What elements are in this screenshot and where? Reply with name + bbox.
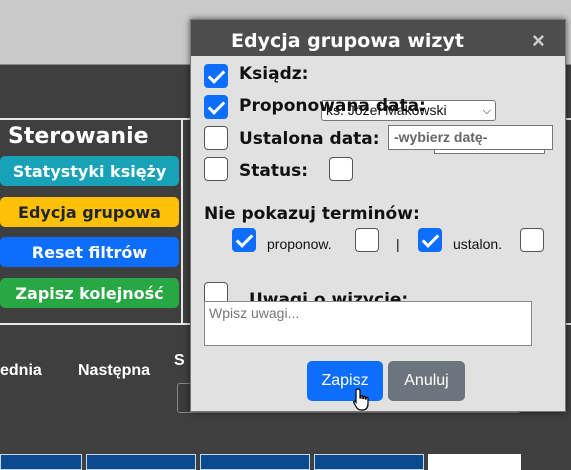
fixed-filter-checkbox[interactable] — [418, 228, 442, 252]
chevron-down-icon: ⌵ — [482, 105, 491, 117]
modal-header: Edycja grupowa wizyt × — [191, 20, 565, 56]
partial-label: S — [174, 352, 185, 369]
status-label: Status: — [239, 161, 308, 181]
fixed-hide-checkbox[interactable] — [520, 228, 544, 252]
fixed-date-label: Ustalona data: — [239, 129, 380, 149]
priest-label: Ksiądz: — [239, 64, 309, 84]
status-checkbox[interactable] — [204, 157, 228, 181]
cancel-button[interactable]: Anuluj — [388, 361, 465, 401]
proposed-filter-label: proponow. — [267, 236, 332, 252]
modal-title: Edycja grupowa wizyt — [231, 30, 464, 52]
save-order-button[interactable]: Zapisz kolejność — [0, 278, 179, 308]
group-edit-modal: Edycja grupowa wizyt × Ksiądz: ks. Józef… — [190, 19, 566, 412]
bottom-tab[interactable] — [200, 454, 310, 470]
proposed-hide-checkbox[interactable] — [355, 228, 379, 252]
priest-stats-button[interactable]: Statystyki księży — [0, 156, 179, 186]
hand-cursor-icon — [353, 388, 369, 411]
next-link[interactable]: Następna — [78, 362, 150, 380]
hide-terms-label: Nie pokazuj terminów: — [204, 204, 420, 224]
priest-checkbox[interactable] — [204, 64, 228, 88]
fixed-date-input[interactable]: -wybierz datę- — [388, 125, 553, 150]
bottom-tab[interactable] — [86, 454, 196, 470]
reset-filters-button[interactable]: Reset filtrów — [0, 237, 179, 267]
proposed-date-checkbox[interactable] — [204, 95, 228, 119]
sidebar-divider — [181, 118, 183, 325]
bottom-tab-active[interactable] — [428, 454, 521, 470]
status-value-checkbox[interactable] — [329, 157, 353, 181]
fixed-filter-label: ustalon. — [453, 236, 503, 252]
close-icon[interactable]: × — [532, 30, 545, 52]
modal-body: Ksiądz: ks. Józef Makowski ⌵ Proponowana … — [191, 56, 565, 411]
sidebar-title: Sterowanie — [8, 124, 149, 149]
bottom-tab[interactable] — [0, 454, 82, 470]
proposed-date-label: Proponowana data: — [239, 96, 426, 116]
bottom-tab[interactable] — [314, 454, 424, 470]
proposed-filter-checkbox[interactable] — [232, 228, 256, 252]
group-edit-button[interactable]: Edycja grupowa — [0, 197, 179, 227]
notes-textarea[interactable]: Wpisz uwagi... — [204, 301, 532, 346]
fixed-date-checkbox[interactable] — [204, 126, 228, 150]
previous-link[interactable]: ednia — [0, 362, 42, 380]
filter-separator: | — [396, 236, 400, 252]
